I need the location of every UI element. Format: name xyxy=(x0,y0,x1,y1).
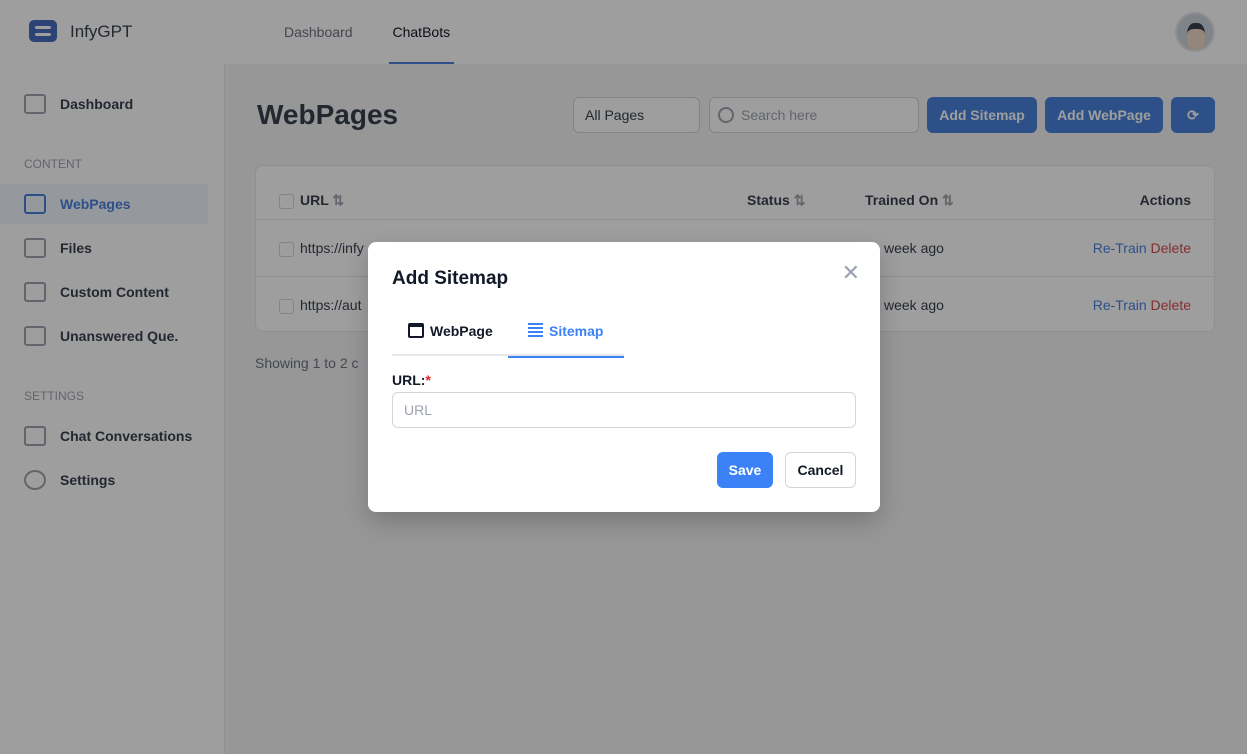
chat-question-icon xyxy=(24,326,46,346)
nav-dashboard[interactable]: Dashboard xyxy=(284,0,353,64)
col-status: Status ⇅ xyxy=(747,192,806,208)
content-heading: CONTENT xyxy=(24,157,82,171)
save-button[interactable]: Save xyxy=(717,452,773,488)
sort-icon[interactable]: ⇅ xyxy=(332,192,344,208)
url-link[interactable]: https://infy xyxy=(300,240,364,256)
retrain-link[interactable]: Re-Train xyxy=(1093,240,1147,256)
sidebar-item-label: Settings xyxy=(60,472,116,488)
sidebar-item-label: WebPages xyxy=(60,196,131,212)
sidebar-item-label: Chat Conversations xyxy=(60,428,193,444)
bot-logo-icon xyxy=(24,14,62,50)
top-bar: InfyGPT Dashboard ChatBots xyxy=(0,0,1247,64)
sidebar-item-settings[interactable]: Settings xyxy=(24,470,115,490)
settings-heading: SETTINGS xyxy=(24,389,85,403)
sidebar-item-dashboard[interactable]: Dashboard xyxy=(24,94,133,114)
col-actions: Actions xyxy=(1139,192,1191,208)
delete-link[interactable]: Delete xyxy=(1151,297,1191,313)
select-all-checkbox[interactable] xyxy=(279,193,294,209)
logo[interactable]: InfyGPT xyxy=(24,14,132,50)
sidebar-item-label: Custom Content xyxy=(60,284,169,300)
sidebar-item-label: Unanswered Que. xyxy=(60,328,179,344)
row-checkbox[interactable] xyxy=(279,298,294,314)
browser-icon xyxy=(408,323,424,338)
avatar[interactable] xyxy=(1175,12,1215,52)
row-checkbox[interactable] xyxy=(279,241,294,257)
sidebar: Dashboard CONTENT WebPages Files Custom … xyxy=(0,64,225,754)
nav-chatbots[interactable]: ChatBots xyxy=(388,0,454,64)
add-sitemap-button[interactable]: Add Sitemap xyxy=(927,97,1037,133)
trained-on: week ago xyxy=(884,297,944,313)
cancel-button[interactable]: Cancel xyxy=(785,452,856,488)
sidebar-item-label: Files xyxy=(60,240,92,256)
col-trained-on: Trained On ⇅ xyxy=(865,192,954,208)
gear-icon xyxy=(24,470,46,490)
sort-icon[interactable]: ⇅ xyxy=(794,192,806,208)
page-title: WebPages xyxy=(257,99,399,130)
add-webpage-button[interactable]: Add WebPage xyxy=(1045,97,1163,133)
refresh-icon: ⟳ xyxy=(1187,107,1199,123)
sidebar-item-webpages[interactable]: WebPages xyxy=(24,194,131,214)
browser-icon xyxy=(24,194,46,214)
list-icon xyxy=(528,323,543,337)
retrain-link[interactable]: Re-Train xyxy=(1093,297,1147,313)
close-icon[interactable]: ✕ xyxy=(842,260,860,286)
filter-select[interactable]: All Pages xyxy=(573,97,700,133)
sidebar-item-custom-content[interactable]: Custom Content xyxy=(24,282,169,302)
sidebar-item-label: Dashboard xyxy=(60,96,134,112)
app-name: InfyGPT xyxy=(70,22,133,41)
search-input[interactable]: Search here xyxy=(709,97,919,133)
pagination-info: Showing 1 to 2 c xyxy=(255,355,359,371)
sidebar-item-files[interactable]: Files xyxy=(24,238,92,258)
book-icon xyxy=(24,282,46,302)
file-icon xyxy=(24,238,46,258)
sort-icon[interactable]: ⇅ xyxy=(942,192,954,208)
tab-webpage[interactable]: WebPage xyxy=(408,323,493,356)
add-sitemap-modal: Add Sitemap ✕ WebPage Sitemap URL:* Save… xyxy=(368,242,880,512)
sidebar-item-chat-conversations[interactable]: Chat Conversations xyxy=(24,426,192,446)
col-url: URL ⇅ xyxy=(279,192,344,209)
tab-sitemap[interactable]: Sitemap xyxy=(508,323,624,358)
url-label: URL:* xyxy=(392,372,431,388)
modal-tabs: WebPage Sitemap xyxy=(392,317,624,358)
chat-icon xyxy=(24,426,46,446)
trained-on: week ago xyxy=(884,240,944,256)
refresh-button[interactable]: ⟳ xyxy=(1171,97,1215,133)
modal-title: Add Sitemap xyxy=(392,268,509,289)
url-input[interactable] xyxy=(392,392,856,428)
home-icon xyxy=(24,94,46,114)
url-link[interactable]: https://aut xyxy=(300,297,361,313)
delete-link[interactable]: Delete xyxy=(1151,240,1191,256)
sidebar-item-unanswered[interactable]: Unanswered Que. xyxy=(24,326,178,346)
